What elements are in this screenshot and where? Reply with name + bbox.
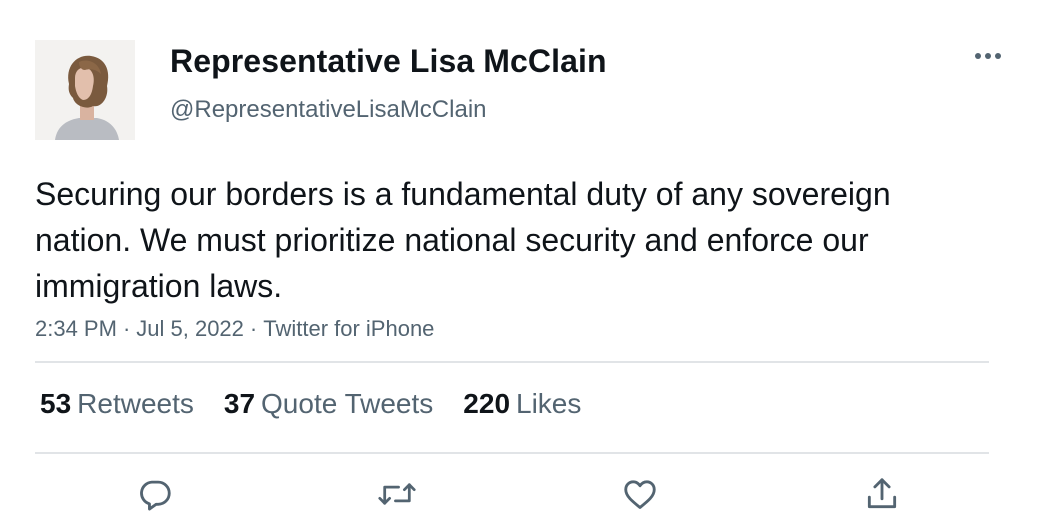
tweet-card: Representative Lisa McClain @Representat… (0, 0, 1050, 525)
tweet-source[interactable]: Twitter for iPhone (263, 316, 434, 341)
meta-separator: · (249, 316, 258, 341)
like-button[interactable] (618, 472, 662, 516)
share-icon (867, 478, 897, 509)
quote-tweets-stat[interactable]: 37 Quote Tweets (224, 388, 433, 420)
quote-tweets-label: Quote Tweets (261, 388, 434, 419)
likes-stat[interactable]: 220 Likes (463, 388, 581, 420)
author-handle[interactable]: @RepresentativeLisaMcClain (170, 96, 487, 124)
more-options-button[interactable] (968, 40, 1008, 72)
more-horizontal-icon (975, 53, 1001, 59)
retweet-icon (378, 483, 416, 505)
reply-button[interactable] (133, 472, 177, 516)
heart-icon (624, 480, 656, 509)
share-button[interactable] (860, 472, 904, 516)
divider (35, 452, 989, 454)
divider (35, 361, 989, 363)
avatar[interactable] (35, 40, 135, 140)
tweet-metadata: 2:34 PM · Jul 5, 2022 · Twitter for iPhone (35, 316, 434, 342)
quote-tweets-count: 37 (223, 388, 256, 419)
likes-count: 220 (463, 388, 511, 419)
likes-label: Likes (516, 388, 582, 419)
tweet-date[interactable]: Jul 5, 2022 (136, 316, 244, 341)
engagement-stats: 53 Retweets 37 Quote Tweets 220 Likes (40, 388, 611, 420)
tweet-text: Securing our borders is a fundamental du… (35, 176, 891, 304)
retweets-count: 53 (40, 388, 72, 419)
tweet-time[interactable]: 2:34 PM (35, 316, 117, 341)
avatar-photo (35, 40, 135, 140)
meta-separator: · (122, 316, 131, 341)
retweets-stat[interactable]: 53 Retweets (40, 388, 194, 420)
retweets-label: Retweets (77, 388, 194, 419)
retweet-button[interactable] (375, 472, 419, 516)
author-display-name[interactable]: Representative Lisa McClain (170, 43, 607, 80)
reply-icon (140, 480, 171, 511)
